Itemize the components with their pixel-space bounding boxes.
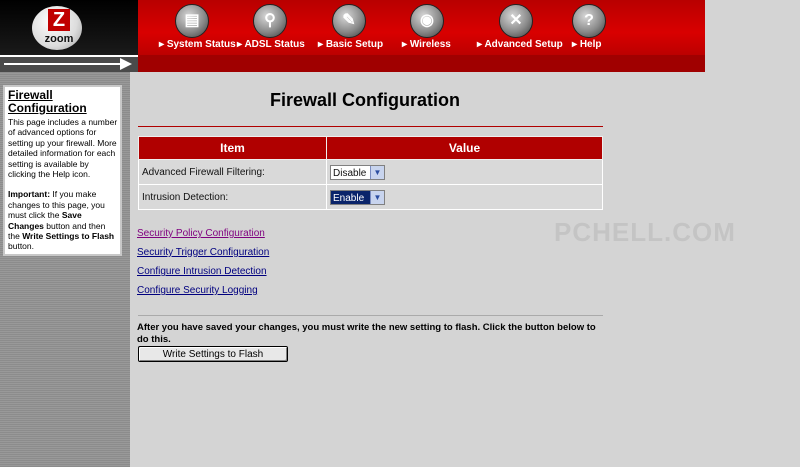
chevron-down-icon[interactable]: ▼ (370, 165, 384, 179)
links-divider (138, 315, 603, 316)
table-header-row: Item Value (138, 136, 603, 160)
title-divider (138, 126, 603, 127)
main-content: Firewall Configuration Item Value Advanc… (130, 72, 800, 467)
nav-label: Wireless (409, 39, 451, 50)
watermark: PCHELL.COM (554, 217, 736, 247)
value-cell: Enable ▼ (326, 184, 603, 210)
link-security-policy[interactable]: Security Policy Configuration (137, 228, 269, 239)
table-row: Intrusion Detection: Enable ▼ (138, 184, 603, 210)
nav-system-status[interactable]: ▤ ▸ System Status (155, 0, 236, 55)
help-panel-body: This page includes a number of advanced … (8, 117, 118, 180)
write-settings-to-flash-button[interactable]: Write Settings to Flash (138, 346, 288, 362)
nav-label: Advanced Setup (484, 39, 563, 50)
help-panel-important: Important: If you make changes to this p… (8, 189, 118, 251)
flash-instructions: After you have saved your changes, you m… (137, 322, 596, 345)
link-security-logging[interactable]: Configure Security Logging (137, 285, 269, 296)
nav-arrow-icon: ▸ (402, 39, 410, 50)
config-links: Security Policy Configuration Security T… (137, 228, 269, 304)
arrow-right-icon (120, 58, 132, 70)
column-header-item: Item (138, 136, 327, 160)
row-label-firewall-filtering: Advanced Firewall Filtering: (138, 159, 327, 185)
select-value: Disable (333, 167, 367, 179)
nav-advanced-setup[interactable]: ✕ ▸ Advanced Setup (477, 0, 563, 55)
row-label-intrusion-detection: Intrusion Detection: (138, 184, 327, 210)
nav-label: Help (579, 39, 602, 50)
table-row: Advanced Firewall Filtering: Disable ▼ (138, 159, 603, 185)
select-value: Enable (333, 192, 365, 204)
arrow-bar (0, 55, 138, 72)
zoom-logo: Z zoom (0, 0, 138, 55)
antenna-icon: ◉ (410, 4, 444, 38)
wrench-icon: ✕ (499, 4, 533, 38)
nav-label: System Status (166, 39, 236, 50)
link-security-trigger[interactable]: Security Trigger Configuration (137, 247, 269, 258)
important-label: Important: (8, 189, 51, 200)
nav-arrow-icon: ▸ (572, 39, 580, 50)
link-intrusion-detection[interactable]: Configure Intrusion Detection (137, 266, 269, 277)
arrow-line (4, 63, 122, 65)
logo-letter: Z (48, 9, 70, 31)
nav-wireless[interactable]: ◉ ▸ Wireless (402, 0, 457, 55)
nav-arrow-icon: ▸ (159, 39, 167, 50)
nav-help[interactable]: ? ▸ Help (570, 0, 610, 55)
system-status-icon: ▤ (175, 4, 209, 38)
column-header-value: Value (326, 136, 603, 160)
value-cell: Disable ▼ (326, 159, 603, 185)
header-spacer (705, 0, 800, 72)
magnifier-icon: ⚲ (253, 4, 287, 38)
sidebar: Firewall Configuration This page include… (0, 72, 130, 467)
settings-table: Item Value Advanced Firewall Filtering: … (138, 136, 603, 210)
plug-icon: ✎ (332, 4, 366, 38)
nav-label: Basic Setup (325, 39, 384, 50)
page-title: Firewall Configuration (270, 90, 461, 110)
chevron-down-icon[interactable]: ▼ (370, 190, 384, 204)
intrusion-detection-select[interactable]: Enable ▼ (330, 189, 385, 205)
important-text: button. (8, 241, 34, 252)
nav-adsl-status[interactable]: ⚲ ▸ ADSL Status (237, 0, 305, 55)
important-write-settings: Write Settings to Flash (22, 231, 115, 242)
nav-label: ADSL Status (244, 39, 305, 50)
nav-basic-setup[interactable]: ✎ ▸ Basic Setup (318, 0, 383, 55)
header-strip (138, 55, 705, 72)
logo-text: zoom (44, 33, 74, 45)
help-panel-title: Firewall Configuration (8, 88, 87, 115)
nav-arrow-icon: ▸ (318, 39, 326, 50)
help-icon: ? (572, 4, 606, 38)
help-panel: Firewall Configuration This page include… (3, 85, 122, 256)
firewall-filtering-select[interactable]: Disable ▼ (330, 164, 385, 180)
